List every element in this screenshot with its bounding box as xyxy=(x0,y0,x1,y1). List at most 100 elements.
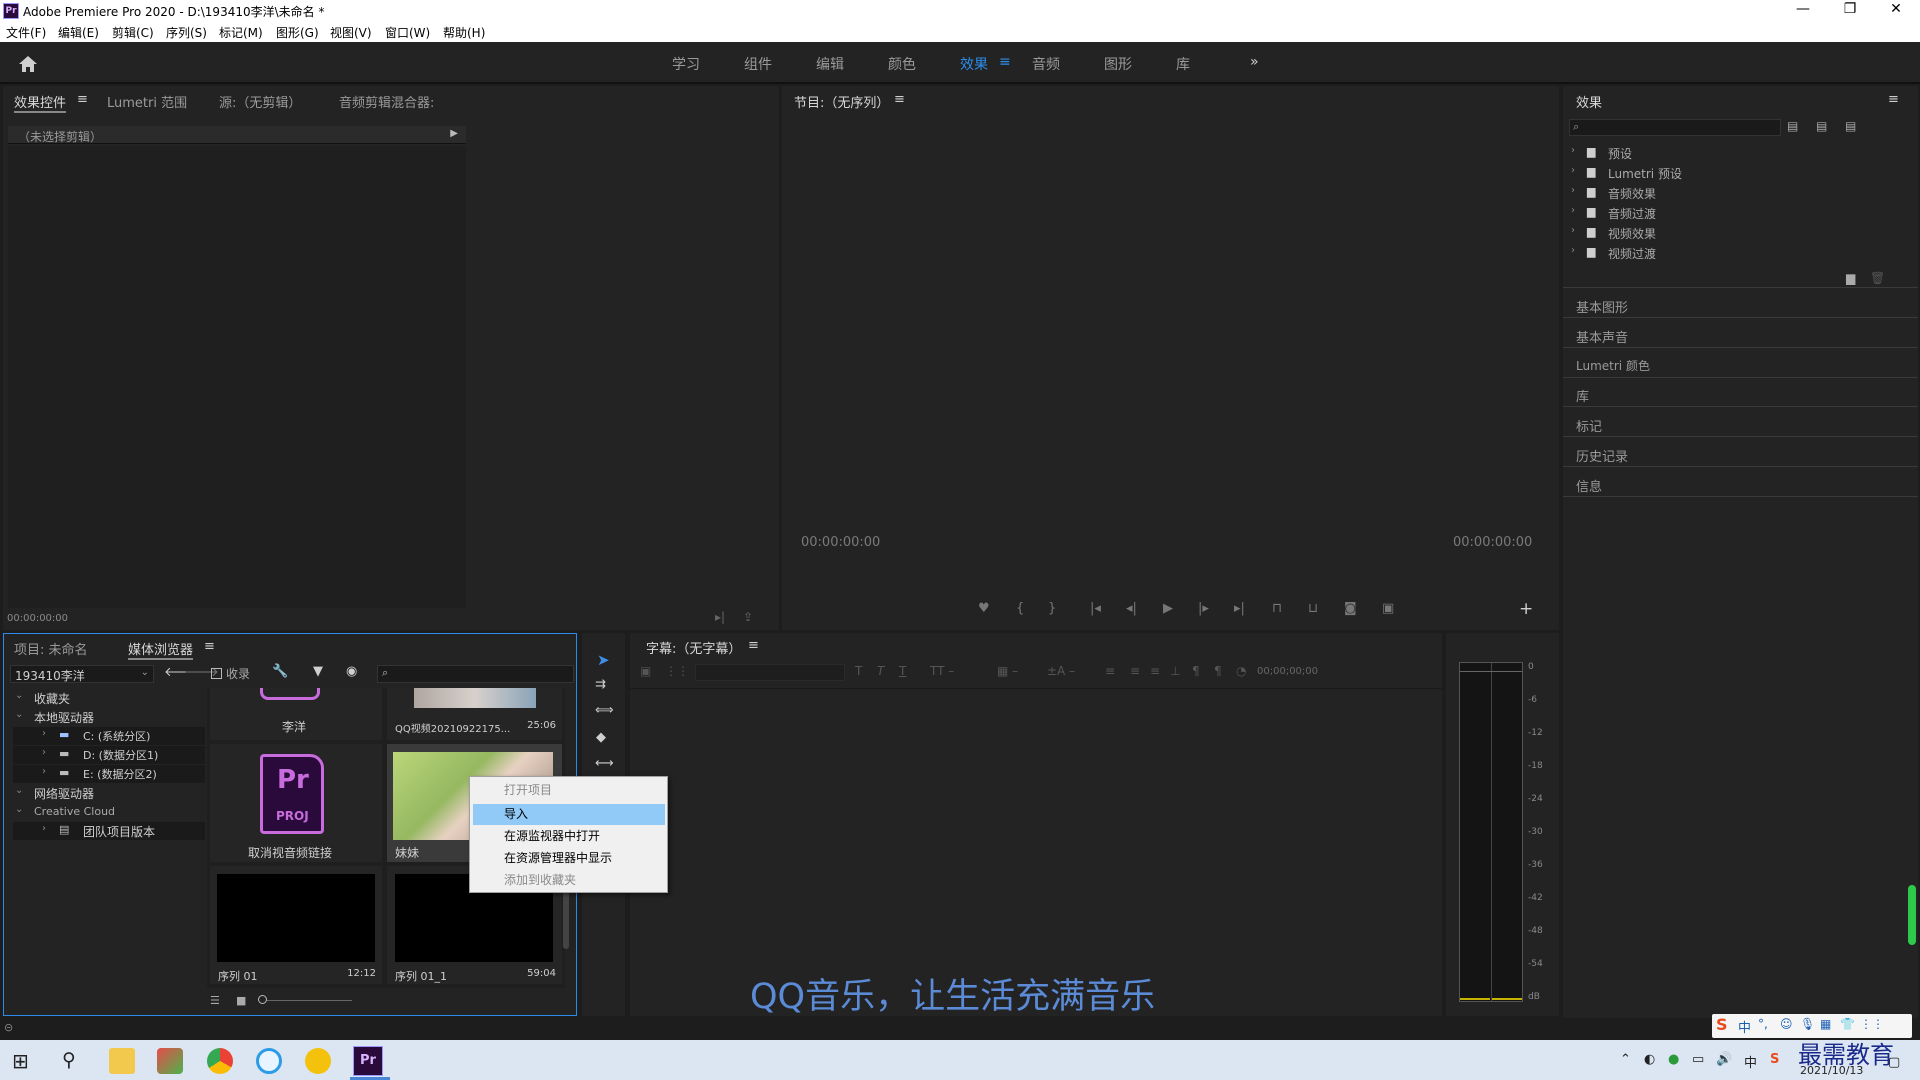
accelerated-effects-icon[interactable]: ▤ xyxy=(1787,119,1798,133)
ime-voice-icon[interactable]: 🎙 xyxy=(1800,1017,1815,1031)
tray-icon[interactable]: ◐ xyxy=(1644,1052,1655,1067)
tab-source[interactable]: 源:（无剪辑） xyxy=(219,92,301,111)
location-dropdown[interactable]: 193410李洋 ⌄ xyxy=(10,665,154,683)
section-essential-sound[interactable]: 基本声音 xyxy=(1576,327,1628,346)
background-opacity-icon[interactable]: ▦ – xyxy=(997,664,1018,678)
effects-item-audio-effects[interactable]: › ▆ 音频效果 xyxy=(1569,183,1909,201)
list-view-icon[interactable]: ☰ xyxy=(210,994,220,1007)
section-info[interactable]: 信息 xyxy=(1576,476,1602,495)
tree-network-drives[interactable]: ⌄ 网络驱动器 xyxy=(7,784,205,802)
razor-tool-icon[interactable]: ◆ xyxy=(596,730,606,745)
workspace-graphics[interactable]: 图形 xyxy=(1104,54,1132,74)
workspace-assembly[interactable]: 组件 xyxy=(744,54,772,74)
italic-icon[interactable]: T xyxy=(877,664,884,678)
menu-view[interactable]: 视图(V) xyxy=(330,24,372,41)
tab-menu-icon[interactable]: ≡ xyxy=(77,92,88,107)
selection-tool-icon[interactable]: ➤ xyxy=(597,651,610,669)
slip-tool-icon[interactable]: ⟷ xyxy=(595,756,614,771)
thumbnail-qq-video[interactable]: QQ视频20210922175... 25:06 xyxy=(387,688,562,740)
mark-in-icon[interactable]: { xyxy=(1016,601,1024,616)
expand-arrow-icon[interactable]: ▶ xyxy=(450,128,458,139)
caption-format-icon[interactable]: ▣ xyxy=(640,664,651,678)
workspace-libraries[interactable]: 库 xyxy=(1176,54,1190,74)
effects-menu-icon[interactable]: ≡ xyxy=(1888,92,1899,107)
thumbnail-unlink[interactable]: Pr PROJ 取消视音频链接 xyxy=(210,744,382,862)
workspace-learn[interactable]: 学习 xyxy=(672,54,700,74)
workspace-effects[interactable]: 效果 xyxy=(960,54,988,74)
ime-punctuation-icon[interactable]: °, xyxy=(1758,1017,1768,1031)
effects-search-input[interactable]: ⌕ xyxy=(1569,119,1781,136)
tab-effect-controls[interactable]: 效果控件 xyxy=(14,92,67,113)
tree-favorites[interactable]: ⌄ 收藏夹 xyxy=(7,689,205,707)
section-history[interactable]: 历史记录 xyxy=(1576,446,1628,465)
tab-audio-clip-mixer[interactable]: 音频剪辑混合器: xyxy=(339,92,434,111)
camera-icon[interactable]: ◙ xyxy=(1344,601,1357,616)
restore-button[interactable]: ❐ xyxy=(1830,1,1870,21)
align-right-icon[interactable]: ≡ xyxy=(1150,664,1160,678)
caption-position-icon[interactable]: ⋮⋮ xyxy=(665,664,689,678)
tree-drive-d[interactable]: › ▬ D: (数据分区1) xyxy=(13,746,205,764)
thumbnail-li-yang[interactable]: PROJ 李洋 xyxy=(210,688,382,740)
play-icon[interactable]: ▶ xyxy=(1163,601,1173,616)
media-browser-menu-icon[interactable]: ≡ xyxy=(204,639,215,654)
paragraph-rtl-icon[interactable]: ¶ xyxy=(1214,664,1222,678)
32bit-effects-icon[interactable]: ▤ xyxy=(1816,119,1827,133)
tree-drive-e[interactable]: › ▬ E: (数据分区2) xyxy=(13,765,205,783)
ripple-edit-tool-icon[interactable]: ⟺ xyxy=(595,703,614,718)
tab-lumetri-scopes[interactable]: Lumetri 范围 xyxy=(107,92,187,111)
effects-item-video-transitions[interactable]: › ▆ 视频过渡 xyxy=(1569,243,1909,261)
menu-help[interactable]: 帮助(H) xyxy=(443,24,485,41)
tray-expand-icon[interactable]: ⌃ xyxy=(1620,1052,1631,1067)
ime-keyboard-icon[interactable]: ▦ xyxy=(1820,1017,1831,1031)
wrench-icon[interactable]: 🔧 xyxy=(272,664,288,679)
section-essential-graphics[interactable]: 基本图形 xyxy=(1576,297,1628,316)
track-select-tool-icon[interactable]: ⇉ xyxy=(595,677,606,692)
add-button-icon[interactable]: + xyxy=(1519,599,1533,619)
zoom-slider[interactable] xyxy=(260,1000,352,1001)
share-icon[interactable]: ⇪ xyxy=(743,610,753,624)
workspace-color[interactable]: 颜色 xyxy=(888,54,916,74)
section-markers[interactable]: 标记 xyxy=(1576,416,1602,435)
premiere-taskbar-icon[interactable]: Pr xyxy=(353,1046,383,1076)
mark-out-icon[interactable]: } xyxy=(1048,601,1056,616)
view-icon[interactable]: ◉ xyxy=(346,664,357,679)
ime-indicator[interactable]: 中 xyxy=(1744,1052,1757,1071)
chrome-icon[interactable] xyxy=(207,1048,233,1074)
menu-file[interactable]: 文件(F) xyxy=(6,24,46,41)
workspace-audio[interactable]: 音频 xyxy=(1032,54,1060,74)
text-opacity-icon[interactable]: ±A – xyxy=(1047,664,1075,678)
align-left-icon[interactable]: ≡ xyxy=(1105,664,1115,678)
captions-menu-icon[interactable]: ≡ xyxy=(748,638,759,653)
more-workspaces-icon[interactable]: » xyxy=(1250,54,1259,70)
thumbnail-scrollbar[interactable] xyxy=(563,889,569,949)
lift-icon[interactable]: ⊓ xyxy=(1272,601,1282,616)
new-bin-icon[interactable]: ▆ xyxy=(1846,271,1855,285)
menu-clip[interactable]: 剪辑(C) xyxy=(112,24,154,41)
search-icon[interactable]: ⚲ xyxy=(62,1049,76,1071)
minimize-button[interactable]: — xyxy=(1783,1,1823,21)
export-frame-icon[interactable]: ▸| xyxy=(715,610,725,624)
ime-menu-icon[interactable]: ⋮⋮ xyxy=(1860,1017,1884,1031)
extract-icon[interactable]: ⊔ xyxy=(1308,601,1318,616)
underline-icon[interactable]: T xyxy=(899,664,906,678)
add-marker-icon[interactable]: ♥ xyxy=(978,601,990,616)
icon-view-icon[interactable]: ■ xyxy=(236,994,246,1007)
font-size-icon[interactable]: TT – xyxy=(930,664,954,678)
network-icon[interactable]: ▭ xyxy=(1692,1052,1704,1067)
go-to-out-icon[interactable]: ▸| xyxy=(1234,601,1245,616)
file-explorer-icon[interactable] xyxy=(109,1048,135,1074)
favorites-checkbox[interactable] xyxy=(211,668,222,679)
ie-icon[interactable] xyxy=(256,1048,282,1074)
qq-music-icon[interactable] xyxy=(305,1048,331,1074)
tree-drive-c[interactable]: › ▬ C: (系统分区) xyxy=(13,727,205,745)
tray-icon[interactable]: ● xyxy=(1668,1052,1679,1067)
tree-creative-cloud[interactable]: ⌄ Creative Cloud xyxy=(7,803,205,821)
tab-project[interactable]: 项目: 未命名 xyxy=(14,639,88,658)
delete-icon[interactable]: 🗑 xyxy=(1870,271,1885,285)
step-forward-icon[interactable]: |▸ xyxy=(1198,601,1209,616)
app-icon[interactable] xyxy=(157,1048,183,1074)
section-libraries[interactable]: 库 xyxy=(1576,386,1589,405)
tab-media-browser[interactable]: 媒体浏览器 xyxy=(128,639,194,660)
section-lumetri-color[interactable]: Lumetri 颜色 xyxy=(1576,357,1650,374)
yuv-effects-icon[interactable]: ▤ xyxy=(1845,119,1856,133)
